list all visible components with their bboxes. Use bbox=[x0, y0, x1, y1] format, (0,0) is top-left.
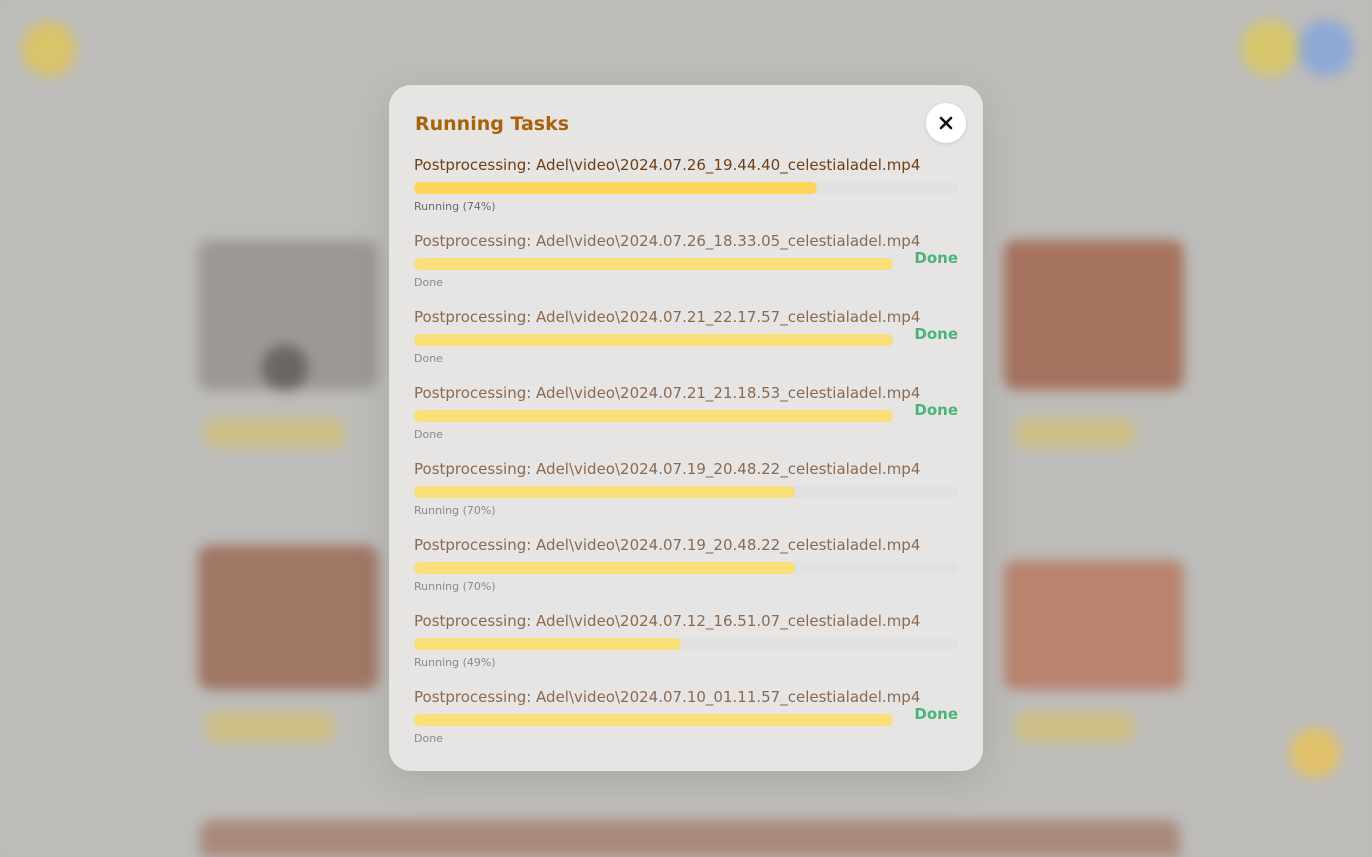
card-label bbox=[1015, 418, 1135, 448]
task-status: Done bbox=[414, 732, 443, 745]
task-done-label: Done bbox=[914, 401, 958, 419]
task-progress-bar bbox=[414, 182, 958, 194]
video-thumbnail bbox=[1004, 240, 1184, 390]
task-progress-bar bbox=[414, 334, 893, 346]
task-item: Postprocessing: Adel\video\2024.07.19_20… bbox=[414, 460, 958, 536]
task-status: Running (74%) bbox=[414, 200, 496, 213]
task-item: Postprocessing: Adel\video\2024.07.21_21… bbox=[414, 384, 958, 460]
task-status: Running (70%) bbox=[414, 580, 496, 593]
task-item: Postprocessing: Adel\video\2024.07.26_18… bbox=[414, 232, 958, 308]
task-progress-bar bbox=[414, 486, 958, 498]
task-progress-bar bbox=[414, 562, 958, 574]
task-title: Postprocessing: Adel\video\2024.07.12_16… bbox=[414, 612, 921, 630]
task-progress-bar bbox=[414, 714, 893, 726]
video-thumbnail bbox=[198, 545, 378, 690]
task-item: Postprocessing: Adel\video\2024.07.21_22… bbox=[414, 308, 958, 384]
task-status: Running (49%) bbox=[414, 656, 496, 669]
task-done-label: Done bbox=[914, 249, 958, 267]
task-progress-fill bbox=[414, 258, 893, 270]
logo-icon bbox=[22, 22, 76, 76]
task-status: Done bbox=[414, 428, 443, 441]
card-label bbox=[205, 712, 335, 742]
fab-button bbox=[1290, 728, 1340, 778]
task-title: Postprocessing: Adel\video\2024.07.10_01… bbox=[414, 688, 921, 706]
task-status: Done bbox=[414, 352, 443, 365]
task-item: Postprocessing: Adel\video\2024.07.19_20… bbox=[414, 536, 958, 612]
task-title: Postprocessing: Adel\video\2024.07.26_18… bbox=[414, 232, 921, 250]
close-button[interactable] bbox=[926, 103, 966, 143]
task-title: Postprocessing: Adel\video\2024.07.26_19… bbox=[414, 156, 921, 174]
task-progress-fill bbox=[414, 334, 893, 346]
task-title: Postprocessing: Adel\video\2024.07.19_20… bbox=[414, 536, 921, 554]
task-list: Postprocessing: Adel\video\2024.07.26_19… bbox=[414, 156, 958, 764]
user-avatar bbox=[1242, 20, 1298, 76]
task-progress-fill bbox=[414, 562, 795, 574]
task-item: Postprocessing: Adel\video\2024.07.26_19… bbox=[414, 156, 958, 232]
task-title: Postprocessing: Adel\video\2024.07.19_20… bbox=[414, 460, 921, 478]
task-progress-fill bbox=[414, 182, 817, 194]
task-status: Done bbox=[414, 276, 443, 289]
close-icon bbox=[939, 116, 953, 130]
video-thumbnail bbox=[1004, 560, 1184, 690]
task-progress-bar bbox=[414, 410, 893, 422]
task-item: Postprocessing: Adel\video\2024.07.12_16… bbox=[414, 612, 958, 688]
settings-avatar bbox=[1298, 20, 1354, 76]
task-status: Running (70%) bbox=[414, 504, 496, 517]
running-tasks-modal: Running Tasks Postprocessing: Adel\video… bbox=[389, 85, 983, 771]
task-title: Postprocessing: Adel\video\2024.07.21_22… bbox=[414, 308, 921, 326]
task-progress-fill bbox=[414, 638, 681, 650]
task-done-label: Done bbox=[914, 705, 958, 723]
task-progress-fill bbox=[414, 410, 893, 422]
card-label bbox=[1015, 712, 1135, 742]
task-done-label: Done bbox=[914, 325, 958, 343]
task-progress-bar bbox=[414, 258, 893, 270]
task-item: Postprocessing: Adel\video\2024.07.10_01… bbox=[414, 688, 958, 764]
task-progress-fill bbox=[414, 486, 795, 498]
play-icon bbox=[262, 345, 308, 391]
video-thumbnail bbox=[200, 820, 1180, 857]
task-progress-fill bbox=[414, 714, 893, 726]
task-title: Postprocessing: Adel\video\2024.07.21_21… bbox=[414, 384, 921, 402]
modal-title: Running Tasks bbox=[415, 113, 570, 135]
task-progress-bar bbox=[414, 638, 958, 650]
card-label bbox=[205, 418, 345, 448]
